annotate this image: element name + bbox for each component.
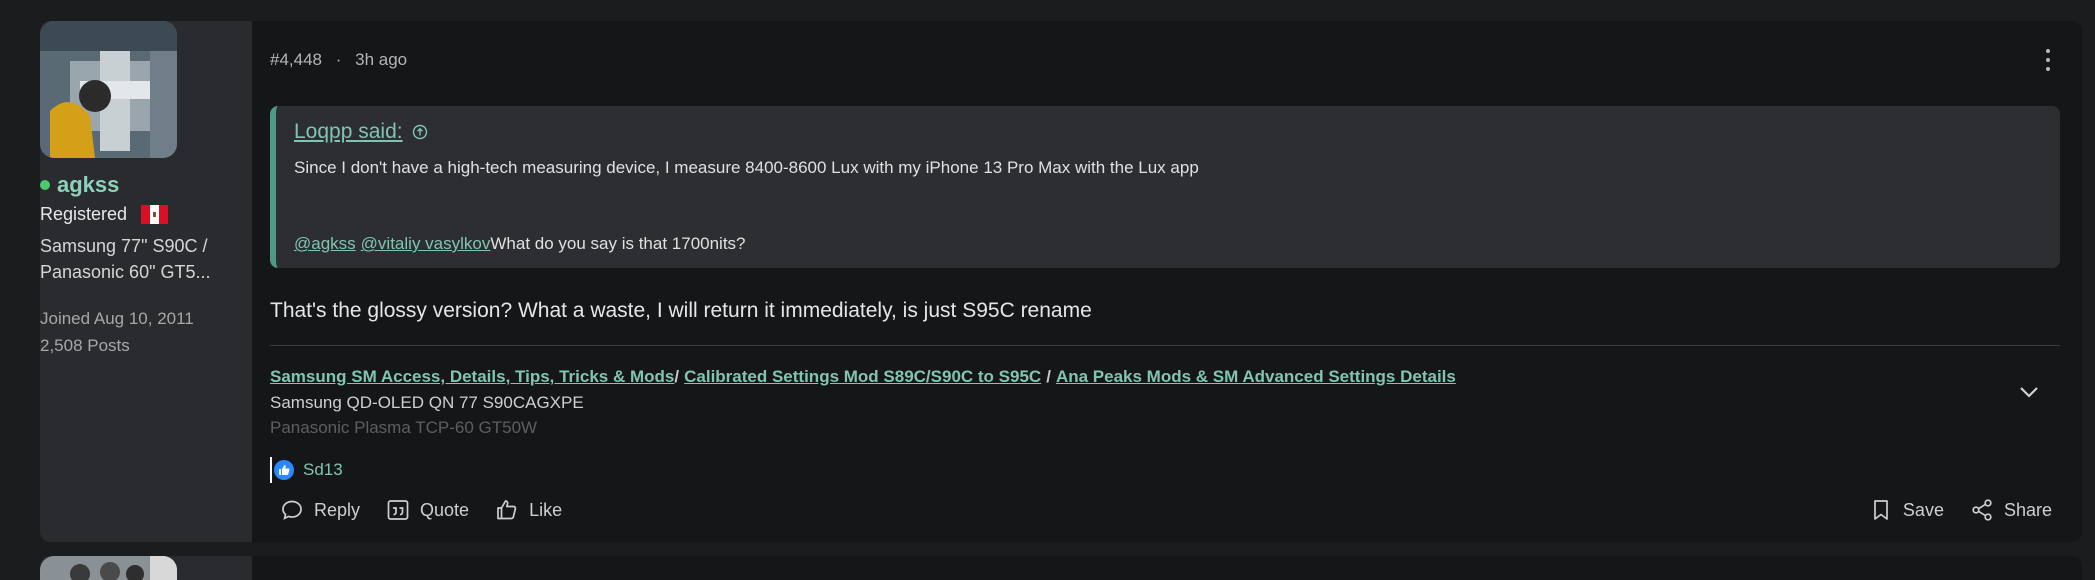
save-button[interactable]: Save bbox=[1869, 498, 1944, 522]
quote-text: Since I don't have a high-tech measuring… bbox=[294, 158, 1199, 177]
user-info-panel: agkss Registered Samsung 77" S90C / Pana… bbox=[40, 21, 252, 542]
post-time[interactable]: 3h ago bbox=[355, 50, 407, 69]
forum-post: agkss Registered Samsung 77" S90C / Pana… bbox=[40, 21, 2082, 542]
text-cursor bbox=[270, 457, 272, 483]
signature-link[interactable]: Ana Peaks Mods & SM Advanced Settings De… bbox=[1056, 367, 1456, 386]
signature-link[interactable]: Samsung SM Access, Details, Tips, Tricks… bbox=[270, 367, 674, 386]
chevron-down-icon[interactable] bbox=[2016, 379, 2042, 405]
like-button[interactable]: Like bbox=[495, 498, 562, 522]
reaction-users[interactable]: Sd13 bbox=[303, 460, 343, 480]
like-label: Like bbox=[529, 499, 563, 520]
jump-to-quote-icon[interactable] bbox=[412, 124, 428, 140]
username-label: agkss bbox=[57, 172, 120, 197]
signature-divider bbox=[270, 345, 2060, 346]
signature-separator: / bbox=[1046, 367, 1051, 386]
user-title: Registered bbox=[40, 204, 169, 225]
post-body: That's the glossy version? What a waste,… bbox=[270, 299, 1092, 322]
quote-icon bbox=[387, 500, 409, 520]
post-actions: Reply Quote Like bbox=[280, 498, 588, 522]
quote-text-mentions: @agkss @vitaliy vasylkovWhat do you say i… bbox=[294, 234, 746, 254]
quote-label: Quote bbox=[420, 499, 470, 520]
username[interactable]: agkss bbox=[40, 172, 119, 198]
meta-separator: · bbox=[335, 50, 342, 69]
online-status-icon bbox=[40, 180, 50, 190]
quote-button[interactable]: Quote bbox=[386, 498, 469, 522]
mention-link[interactable]: @vitaliy vasylkov bbox=[361, 234, 491, 253]
post-content: #4,448 · 3h ago Loqpp said: Since I don'… bbox=[252, 21, 2082, 542]
user-signature-line: Samsung 77" S90C / bbox=[40, 236, 208, 256]
avatar[interactable] bbox=[40, 556, 177, 580]
thumbs-up-icon bbox=[497, 500, 517, 520]
signature-link[interactable]: Calibrated Settings Mod S89C/S90C to S95… bbox=[684, 367, 1041, 386]
signature: Samsung SM Access, Details, Tips, Tricks… bbox=[270, 365, 2000, 461]
post-meta: #4,448 · 3h ago bbox=[270, 50, 407, 70]
like-icon bbox=[274, 460, 294, 480]
quote-block: Loqpp said: Since I don't have a high-te… bbox=[270, 106, 2060, 268]
signature-line: Samsung QD-OLED QN 77 S90CAGXPE bbox=[270, 393, 584, 412]
signature-line-faded: Panasonic Plasma TCP-60 GT50W bbox=[270, 418, 538, 437]
share-label: Share bbox=[2003, 499, 2052, 520]
save-label: Save bbox=[1902, 499, 1944, 520]
quote-author-link[interactable]: Loqpp said: bbox=[294, 120, 428, 144]
avatar-image bbox=[40, 21, 177, 158]
user-title-label: Registered bbox=[40, 204, 128, 224]
post-count: 2,508 Posts bbox=[40, 336, 130, 355]
reply-label: Reply bbox=[314, 499, 361, 520]
avatar[interactable] bbox=[40, 21, 177, 158]
reactions-bar[interactable]: Sd13 bbox=[270, 457, 343, 483]
bookmark-icon bbox=[1874, 500, 1888, 520]
avatar-image bbox=[40, 556, 177, 580]
user-meta: Joined Aug 10, 2011 2,508 Posts bbox=[40, 305, 194, 359]
reply-button[interactable]: Reply bbox=[280, 498, 360, 522]
quote-question: What do you say is that 1700nits? bbox=[490, 234, 746, 253]
quote-author: Loqpp said: bbox=[294, 120, 403, 143]
joined-date: Joined Aug 10, 2011 bbox=[40, 309, 194, 328]
signature-separator: / bbox=[674, 367, 680, 386]
mention-link[interactable]: @agkss bbox=[294, 234, 356, 253]
share-icon bbox=[1972, 499, 1992, 521]
next-post-user-panel bbox=[40, 556, 252, 580]
post-number[interactable]: #4,448 bbox=[270, 50, 322, 69]
peru-flag-icon bbox=[141, 205, 169, 224]
share-button[interactable]: Share bbox=[1970, 498, 2052, 522]
user-signature-preview: Samsung 77" S90C / Panasonic 60" GT5... bbox=[40, 233, 210, 285]
next-post-content bbox=[252, 556, 2082, 580]
more-options-icon[interactable] bbox=[2045, 49, 2051, 71]
user-signature-line: Panasonic 60" GT5... bbox=[40, 262, 211, 282]
signature-links: Samsung SM Access, Details, Tips, Tricks… bbox=[270, 365, 2000, 389]
post-actions-secondary: Save Share bbox=[1843, 498, 2052, 522]
reply-icon bbox=[282, 500, 302, 520]
